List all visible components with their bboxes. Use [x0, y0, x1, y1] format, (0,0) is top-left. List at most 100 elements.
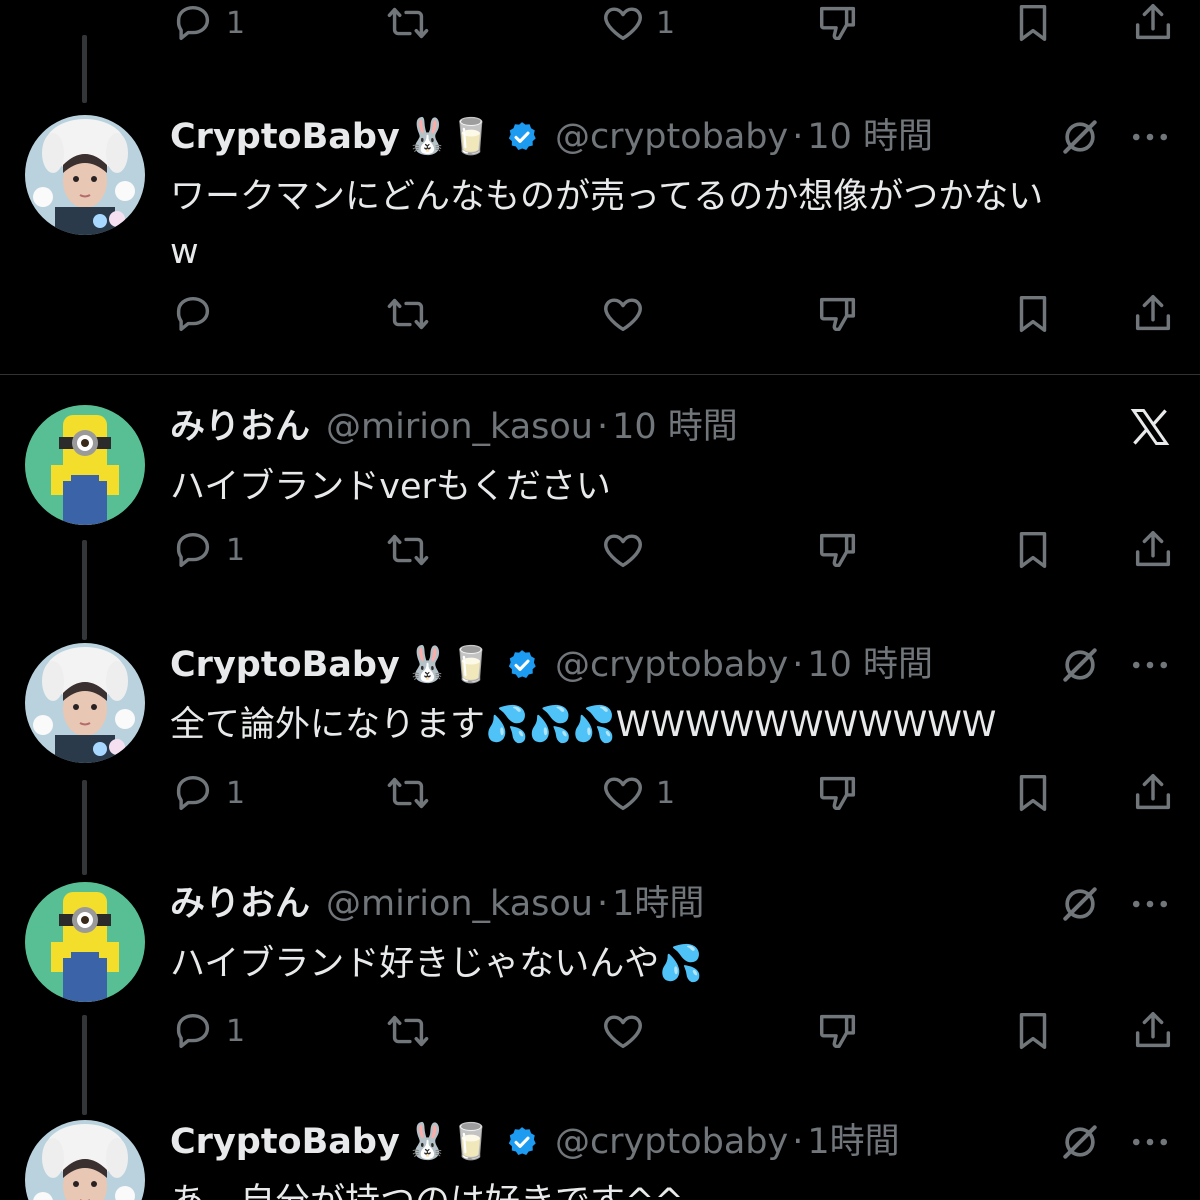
heart-icon	[604, 298, 642, 332]
reply-button[interactable]: 1	[170, 0, 245, 48]
bookmark-button[interactable]	[1010, 525, 1056, 575]
bookmark-button[interactable]	[1010, 289, 1056, 339]
avatar[interactable]	[25, 643, 145, 763]
share-icon	[1135, 295, 1171, 331]
tweet-actions: 1	[0, 525, 1200, 575]
bookmark-button[interactable]	[1010, 768, 1056, 818]
retweet-icon	[387, 534, 429, 566]
handle[interactable]: @cryptobaby	[555, 1120, 788, 1164]
like-button[interactable]	[600, 525, 656, 575]
dislike-button[interactable]	[815, 0, 861, 48]
verified-badge-icon	[505, 648, 539, 682]
bookmark-icon	[1019, 531, 1047, 569]
separator-dot: ·	[792, 117, 804, 157]
dislike-button[interactable]	[815, 1006, 861, 1056]
display-name[interactable]: CryptoBaby	[170, 115, 400, 159]
reply-icon	[176, 775, 210, 811]
retweet-icon	[387, 777, 429, 809]
share-button[interactable]	[1130, 525, 1176, 575]
dislike-button[interactable]	[815, 289, 861, 339]
bookmark-button[interactable]	[1010, 1006, 1056, 1056]
reply-button[interactable]	[170, 289, 226, 339]
reply-icon	[176, 296, 210, 332]
display-name[interactable]: みりおん	[170, 405, 310, 449]
more-icon	[1132, 661, 1168, 669]
display-name[interactable]: CryptoBaby	[170, 1120, 400, 1164]
more-options-button[interactable]	[1128, 643, 1172, 687]
avatar[interactable]	[25, 405, 145, 525]
more-options-button[interactable]	[1128, 1120, 1172, 1164]
more-options-button[interactable]	[1128, 882, 1172, 926]
tweet-text: ハイブランド好きじゃないんや💦	[170, 944, 703, 984]
retweet-button[interactable]	[385, 1006, 431, 1056]
reply-button[interactable]: 1	[170, 525, 245, 575]
bookmark-icon	[1019, 295, 1047, 333]
share-button[interactable]	[1130, 1006, 1176, 1056]
tweet-actions	[0, 289, 1200, 339]
tweet-header: みりおん @mirion_kasou · 10 時間	[170, 405, 738, 449]
grok-icon	[1063, 648, 1097, 682]
more-icon	[1132, 900, 1168, 908]
avatar[interactable]	[25, 1120, 145, 1200]
x-logo-icon	[1130, 409, 1170, 445]
retweet-button[interactable]	[385, 768, 431, 818]
retweet-icon	[387, 7, 429, 39]
name-emojis: 🐰🥛	[405, 645, 493, 685]
like-button[interactable]	[600, 289, 656, 339]
handle[interactable]: @cryptobaby	[555, 643, 788, 687]
timestamp[interactable]: 1時間	[807, 1120, 899, 1164]
timestamp[interactable]: 10 時間	[807, 643, 933, 687]
grok-button[interactable]	[1058, 1120, 1102, 1164]
grok-button[interactable]	[1058, 882, 1102, 926]
handle[interactable]: @mirion_kasou	[326, 405, 593, 449]
reply-button[interactable]: 1	[170, 1006, 245, 1056]
bookmark-icon	[1019, 774, 1047, 812]
share-icon	[1135, 1012, 1171, 1048]
bunny-hat-girl-avatar	[25, 1120, 145, 1200]
tweet-header: CryptoBaby 🐰🥛 @cryptobaby · 10 時間	[170, 115, 933, 159]
retweet-button[interactable]	[385, 289, 431, 339]
handle[interactable]: @cryptobaby	[555, 115, 788, 159]
bunny-hat-girl-avatar	[25, 643, 145, 763]
like-button[interactable]	[600, 1006, 656, 1056]
retweet-icon	[387, 298, 429, 330]
tweet-actions-top: 1 1	[0, 0, 1200, 48]
reply-button[interactable]: 1	[170, 768, 245, 818]
like-count: 1	[656, 775, 676, 811]
share-button[interactable]	[1130, 0, 1176, 48]
heart-icon	[604, 777, 642, 811]
share-icon	[1135, 531, 1171, 567]
like-count: 1	[656, 5, 676, 41]
tweet-divider	[0, 374, 1200, 375]
like-button[interactable]: 1	[600, 768, 675, 818]
like-button[interactable]: 1	[600, 0, 675, 48]
grok-button[interactable]	[1058, 115, 1102, 159]
avatar[interactable]	[25, 882, 145, 1002]
bookmark-button[interactable]	[1010, 0, 1056, 48]
timestamp[interactable]: 1時間	[612, 882, 704, 926]
thumbs-down-icon	[819, 776, 856, 811]
display-name[interactable]: みりおん	[170, 882, 310, 926]
share-button[interactable]	[1130, 289, 1176, 339]
avatar[interactable]	[25, 115, 145, 235]
grok-button[interactable]	[1058, 643, 1102, 687]
tweet-text: ワークマンにどんなものが売ってるのか想像がつかない w	[170, 177, 1044, 272]
grok-icon	[1063, 887, 1097, 921]
bookmark-icon	[1019, 4, 1047, 42]
share-button[interactable]	[1130, 768, 1176, 818]
display-name[interactable]: CryptoBaby	[170, 643, 400, 687]
dislike-button[interactable]	[815, 768, 861, 818]
x-logo-button[interactable]	[1128, 405, 1172, 449]
more-options-button[interactable]	[1128, 115, 1172, 159]
tweet-actions: 1 1	[0, 768, 1200, 818]
reply-icon	[176, 5, 210, 41]
retweet-button[interactable]	[385, 0, 431, 48]
dislike-button[interactable]	[815, 525, 861, 575]
timestamp[interactable]: 10 時間	[612, 405, 738, 449]
share-icon	[1135, 4, 1171, 40]
retweet-button[interactable]	[385, 525, 431, 575]
thumbs-down-icon	[819, 533, 856, 568]
separator-dot: ·	[596, 884, 609, 924]
handle[interactable]: @mirion_kasou	[326, 882, 593, 926]
timestamp[interactable]: 10 時間	[807, 115, 933, 159]
